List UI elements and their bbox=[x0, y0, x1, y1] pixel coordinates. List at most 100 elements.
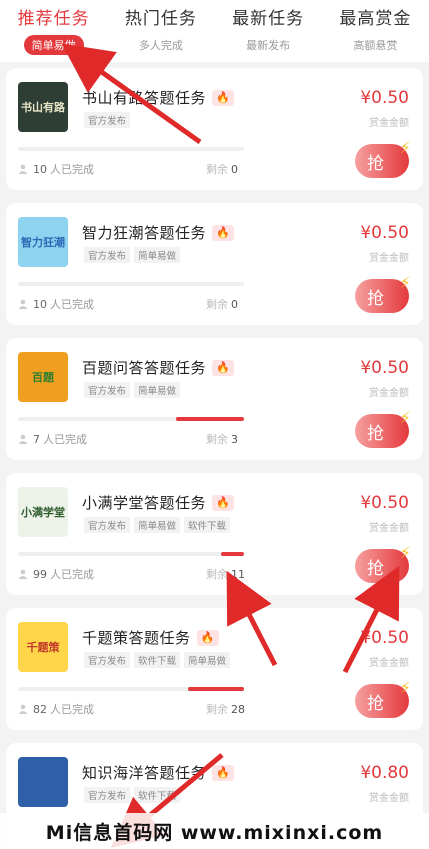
task-title: 百题问答答题任务 bbox=[82, 359, 207, 377]
thumbnail-text: 小满学堂 bbox=[18, 487, 68, 537]
reward-amount: ¥0.50 bbox=[360, 628, 409, 648]
task-card[interactable]: 千题策 千题策答题任务 🔥 官方发布 软件下载 简单易做 ¥0.50 赏金金额 82… bbox=[6, 608, 423, 730]
tab-popular[interactable]: 热门任务 多人完成 bbox=[107, 0, 214, 62]
person-icon bbox=[18, 299, 28, 309]
tab-recommended[interactable]: 推荐任务 简单易做 bbox=[0, 0, 107, 62]
task-tag: 简单易做 bbox=[134, 247, 181, 263]
completed-count: 99 人已完成 bbox=[18, 566, 94, 582]
remaining-count: 剩余 11 bbox=[206, 566, 245, 582]
remaining-number: 0 bbox=[231, 163, 238, 176]
grab-label: 抢 bbox=[367, 153, 384, 174]
tab-subtitle: 最新发布 bbox=[246, 39, 291, 52]
remaining-label: 剩余 bbox=[206, 163, 228, 176]
fire-icon: 🔥 bbox=[196, 629, 219, 646]
tab-highest-reward[interactable]: 最高赏金 高额悬赏 bbox=[322, 0, 429, 62]
task-tag: 官方发布 bbox=[84, 787, 131, 803]
reward-label: 赏金金额 bbox=[369, 793, 409, 804]
task-tags: 官方发布 简单易做 bbox=[84, 382, 181, 398]
thumbnail-text: 书山有路 bbox=[18, 82, 68, 132]
tab-title: 推荐任务 bbox=[17, 9, 90, 29]
reward-amount: ¥0.50 bbox=[360, 88, 409, 108]
person-icon bbox=[18, 434, 28, 444]
tab-latest[interactable]: 最新任务 最新发布 bbox=[215, 0, 322, 62]
task-thumbnail: 百题 bbox=[18, 352, 68, 402]
remaining-number: 3 bbox=[231, 433, 238, 446]
completed-label: 人已完成 bbox=[50, 298, 94, 311]
task-title-row: 书山有路答题任务 🔥 bbox=[82, 87, 235, 108]
task-title-row: 百题问答答题任务 🔥 bbox=[82, 357, 235, 378]
task-tags: 官方发布 bbox=[84, 112, 131, 128]
task-card[interactable]: 书山有路 书山有路答题任务 🔥 官方发布 ¥0.50 赏金金额 10 人已完成 … bbox=[6, 68, 423, 190]
completed-number: 82 bbox=[33, 702, 47, 716]
completed-number: 10 bbox=[33, 162, 47, 176]
task-card[interactable]: 智力狂潮 智力狂潮答题任务 🔥 官方发布 简单易做 ¥0.50 赏金金额 10 人… bbox=[6, 203, 423, 325]
lightning-icon: ⚡ bbox=[399, 543, 411, 562]
thumbnail-text: 智力狂潮 bbox=[18, 217, 68, 267]
remaining-label: 剩余 bbox=[206, 298, 228, 311]
task-title: 千题策答题任务 bbox=[82, 629, 191, 647]
task-title: 小满学堂答题任务 bbox=[82, 494, 207, 512]
task-title-row: 千题策答题任务 🔥 bbox=[82, 627, 219, 648]
progress-bar bbox=[18, 552, 244, 556]
remaining-label: 剩余 bbox=[206, 433, 228, 446]
grab-button[interactable]: 抢 ⚡ bbox=[355, 408, 411, 448]
progress-bar-fill bbox=[176, 417, 244, 421]
progress-bar bbox=[18, 417, 244, 421]
grab-label: 抢 bbox=[367, 693, 384, 714]
completed-count: 10 人已完成 bbox=[18, 161, 94, 177]
task-tags: 官方发布 软件下载 简单易做 bbox=[84, 652, 231, 668]
remaining-number: 28 bbox=[231, 703, 245, 716]
grab-button[interactable]: 抢 ⚡ bbox=[355, 678, 411, 718]
tab-title: 最高赏金 bbox=[339, 9, 412, 29]
progress-bar-fill bbox=[187, 687, 244, 691]
grab-button[interactable]: 抢 ⚡ bbox=[355, 543, 411, 583]
task-tag: 简单易做 bbox=[134, 517, 181, 533]
task-thumbnail: 小满学堂 bbox=[18, 487, 68, 537]
task-tag: 官方发布 bbox=[84, 112, 131, 128]
task-tags: 官方发布 软件下载 bbox=[84, 787, 181, 803]
task-title: 知识海洋答题任务 bbox=[82, 764, 207, 782]
task-title-row: 小满学堂答题任务 🔥 bbox=[82, 492, 235, 513]
reward-label: 赏金金额 bbox=[369, 118, 409, 129]
task-tag: 简单易做 bbox=[184, 652, 231, 668]
progress-bar bbox=[18, 282, 244, 286]
task-thumbnail: 智力狂潮 bbox=[18, 217, 68, 267]
thumbnail-text: 千题策 bbox=[18, 622, 68, 672]
reward-amount: ¥0.80 bbox=[360, 763, 409, 783]
task-tag: 简单易做 bbox=[134, 382, 181, 398]
task-tabs: 推荐任务 简单易做 热门任务 多人完成 最新任务 最新发布 最高赏金 高额悬赏 bbox=[0, 0, 429, 62]
reward-amount: ¥0.50 bbox=[360, 493, 409, 513]
completed-number: 7 bbox=[33, 432, 40, 446]
task-title: 书山有路答题任务 bbox=[82, 89, 207, 107]
grab-button[interactable]: 抢 ⚡ bbox=[355, 138, 411, 178]
remaining-number: 11 bbox=[231, 568, 245, 581]
reward-label: 赏金金额 bbox=[369, 523, 409, 534]
task-tag: 软件下载 bbox=[134, 787, 181, 803]
task-title-row: 知识海洋答题任务 🔥 bbox=[82, 762, 235, 783]
reward-amount: ¥0.50 bbox=[360, 223, 409, 243]
fire-icon: 🔥 bbox=[212, 494, 235, 511]
grab-label: 抢 bbox=[367, 423, 384, 444]
task-tag: 官方发布 bbox=[84, 382, 131, 398]
task-tags: 官方发布 简单易做 bbox=[84, 247, 181, 263]
task-tag: 官方发布 bbox=[84, 652, 131, 668]
person-icon bbox=[18, 569, 28, 579]
fire-icon: 🔥 bbox=[212, 764, 235, 781]
fire-icon: 🔥 bbox=[212, 359, 235, 376]
remaining-number: 0 bbox=[231, 298, 238, 311]
task-card[interactable]: 百题 百题问答答题任务 🔥 官方发布 简单易做 ¥0.50 赏金金额 7 人已完成… bbox=[6, 338, 423, 460]
reward-label: 赏金金额 bbox=[369, 253, 409, 264]
completed-count: 10 人已完成 bbox=[18, 296, 94, 312]
lightning-icon: ⚡ bbox=[399, 678, 411, 697]
task-list: 书山有路 书山有路答题任务 🔥 官方发布 ¥0.50 赏金金额 10 人已完成 … bbox=[6, 68, 423, 849]
grab-button[interactable]: 抢 ⚡ bbox=[355, 273, 411, 313]
remaining-count: 剩余 0 bbox=[206, 296, 238, 312]
task-thumbnail: 千题策 bbox=[18, 622, 68, 672]
task-tag: 软件下载 bbox=[134, 652, 181, 668]
tab-subtitle-badge: 简单易做 bbox=[23, 35, 84, 55]
completed-count: 7 人已完成 bbox=[18, 431, 87, 447]
completed-count: 82 人已完成 bbox=[18, 701, 94, 717]
task-tag: 官方发布 bbox=[84, 517, 131, 533]
lightning-icon: ⚡ bbox=[399, 138, 411, 157]
task-card[interactable]: 小满学堂 小满学堂答题任务 🔥 官方发布 简单易做 软件下载 ¥0.50 赏金金额 … bbox=[6, 473, 423, 595]
